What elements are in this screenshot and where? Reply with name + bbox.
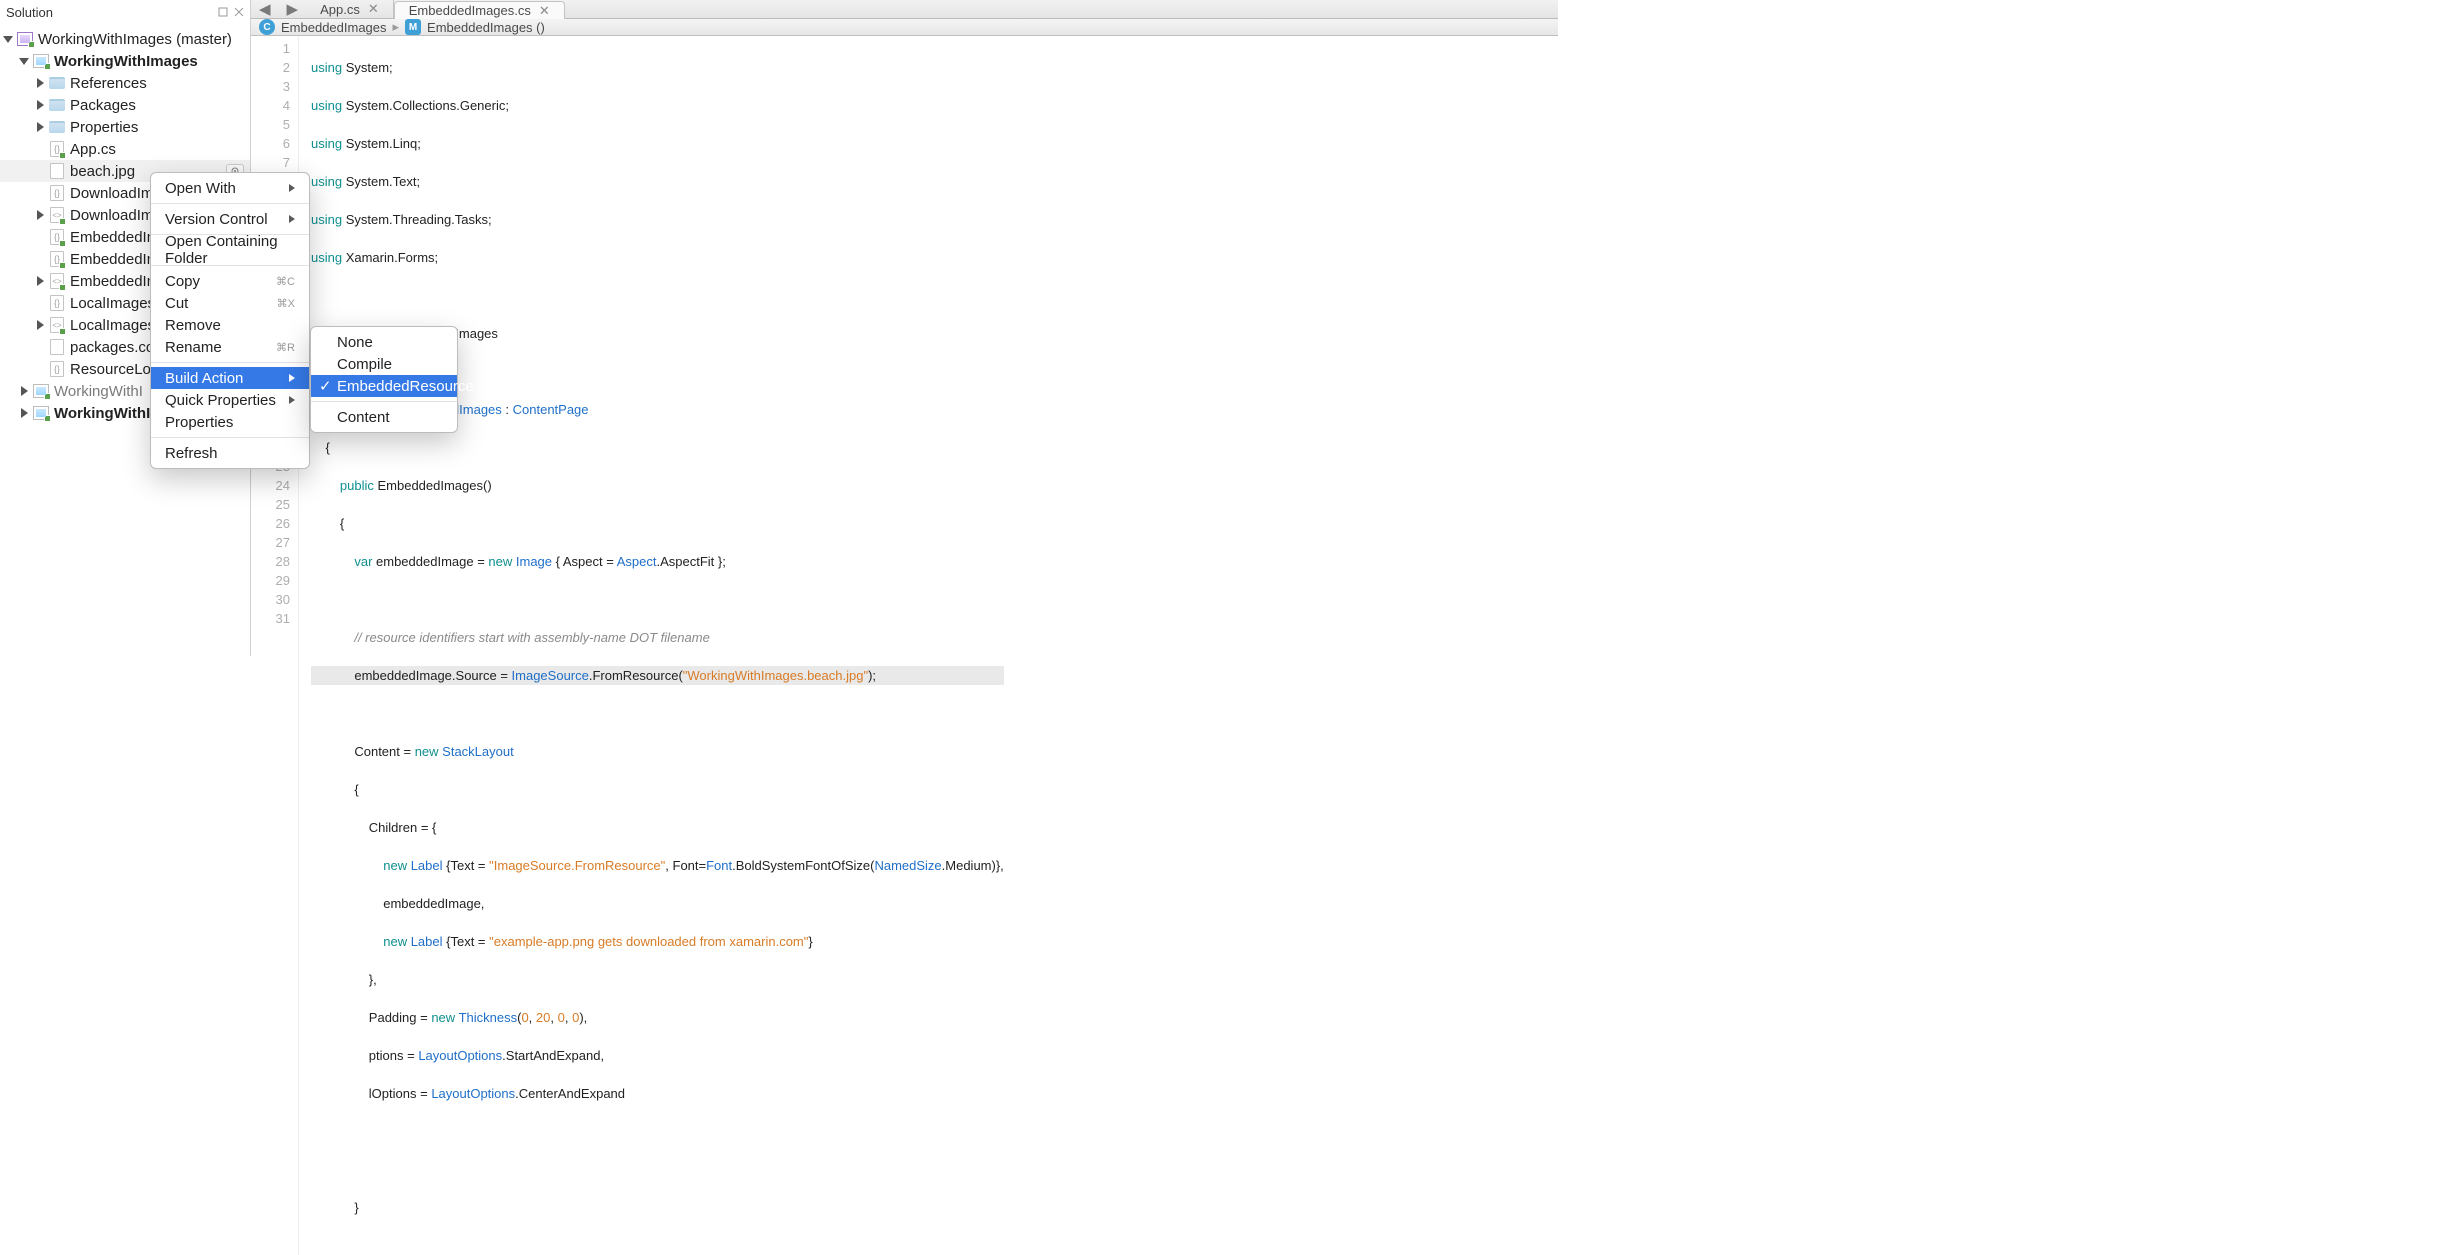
menu-properties[interactable]: Properties [151,411,309,433]
class-icon: C [259,19,275,35]
check-icon: ✓ [319,377,332,395]
chevron-right-icon [289,215,295,223]
breadcrumb-class[interactable]: EmbeddedImages [281,20,387,35]
menu-remove[interactable]: Remove [151,314,309,336]
tab-embedded-images[interactable]: EmbeddedImages.cs ✕ [394,1,565,19]
method-icon: M [405,19,421,35]
close-panel-icon[interactable] [234,7,244,17]
menu-open-containing-folder[interactable]: Open Containing Folder [151,239,309,261]
menu-build-action[interactable]: Build Action [151,367,309,389]
chevron-right-icon [289,396,295,404]
menu-buildaction-embedded[interactable]: ✓EmbeddedResource [311,375,457,397]
undock-icon[interactable] [218,7,228,17]
tree-project[interactable]: WorkingWithImages [0,50,250,72]
tree-packages[interactable]: Packages [0,94,250,116]
context-menu[interactable]: Open With Version Control Open Containin… [150,172,310,469]
chevron-right-icon: ▸ [393,19,400,35]
menu-rename[interactable]: Rename⌘R [151,336,309,358]
breadcrumb-method[interactable]: EmbeddedImages () [427,20,545,35]
chevron-right-icon [289,374,295,382]
tree-file-appcs[interactable]: App.cs [0,138,250,160]
nav-forward-icon[interactable]: ▶ [287,0,299,18]
code-body[interactable]: using System; using System.Collections.G… [299,36,1004,1255]
solution-title: Solution [6,5,53,20]
close-icon[interactable]: ✕ [368,1,379,17]
tab-app-cs[interactable]: App.cs ✕ [306,0,394,18]
menu-buildaction-compile[interactable]: Compile [311,353,457,375]
build-action-submenu[interactable]: None Compile ✓EmbeddedResource Content [310,326,458,433]
chevron-right-icon [289,184,295,192]
tree-references[interactable]: References [0,72,250,94]
code-editor[interactable]: 1 2 3 4 5 6 7 8 9 10 11 12 13 14 15 16 1… [251,36,1558,1255]
menu-refresh[interactable]: Refresh [151,442,309,464]
menu-quick-properties[interactable]: Quick Properties [151,389,309,411]
menu-buildaction-none[interactable]: None [311,331,457,353]
nav-back-icon[interactable]: ◀ [259,0,271,18]
tree-solution-root[interactable]: WorkingWithImages (master) [0,28,250,50]
close-icon[interactable]: ✕ [539,3,550,19]
editor-tabbar: ◀ ▶ App.cs ✕ EmbeddedImages.cs ✕ [251,0,1558,19]
tree-properties-folder[interactable]: Properties [0,116,250,138]
breadcrumb: C EmbeddedImages ▸ M EmbeddedImages () [251,19,1558,36]
solution-header: Solution [0,0,250,24]
menu-copy[interactable]: Copy⌘C [151,270,309,292]
menu-cut[interactable]: Cut⌘X [151,292,309,314]
menu-version-control[interactable]: Version Control [151,208,309,230]
menu-buildaction-content[interactable]: Content [311,406,457,428]
menu-open-with[interactable]: Open With [151,177,309,199]
